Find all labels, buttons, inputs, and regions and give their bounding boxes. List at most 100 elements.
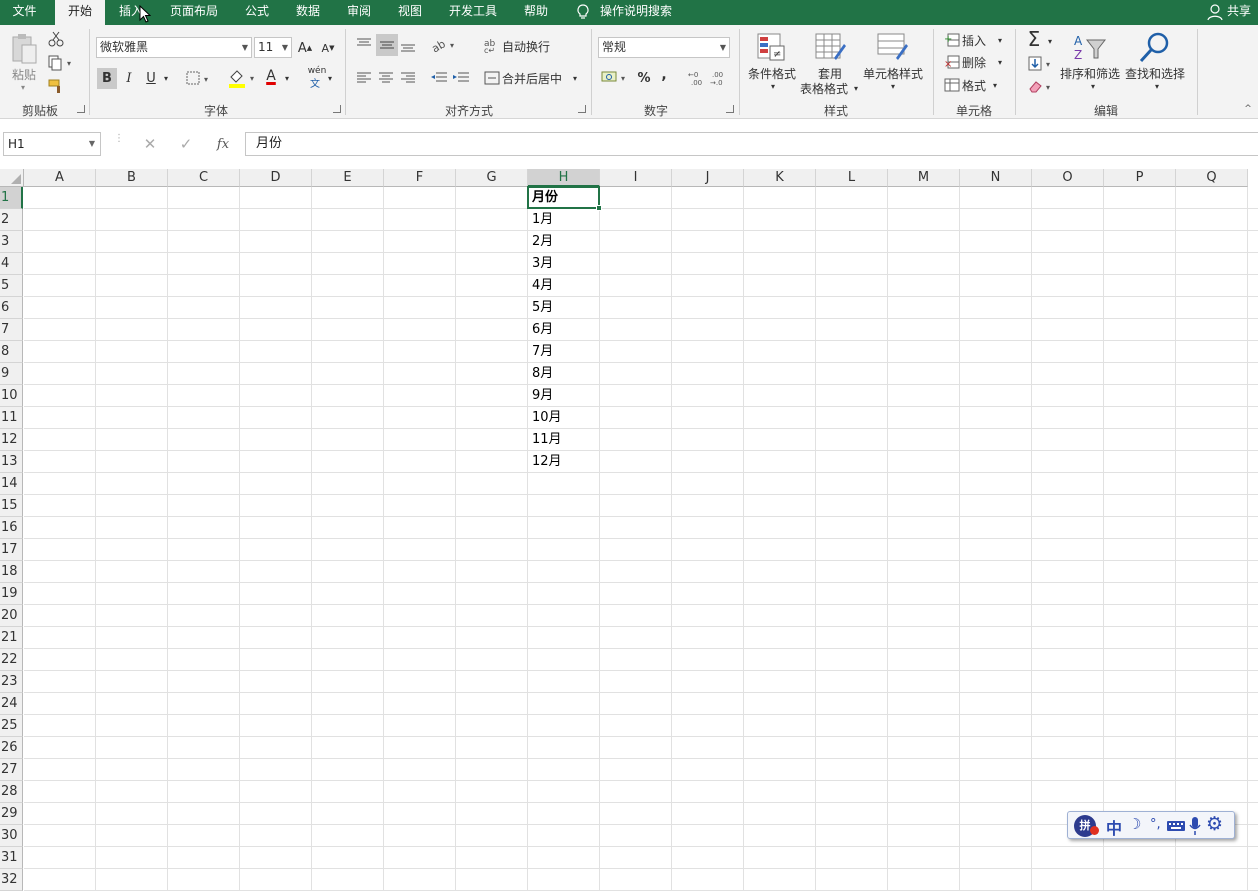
alignment-launcher-icon[interactable] bbox=[578, 105, 586, 113]
row-header-11[interactable]: 11 bbox=[0, 407, 23, 429]
row-header-9[interactable]: 9 bbox=[0, 363, 23, 385]
cell-styles-icon[interactable] bbox=[876, 32, 910, 64]
column-header-m[interactable]: M bbox=[888, 169, 960, 187]
microphone-icon[interactable] bbox=[1188, 816, 1202, 836]
punctuation-icon[interactable]: °, bbox=[1150, 817, 1161, 832]
tab-formulas[interactable]: 公式 bbox=[236, 0, 278, 25]
align-bottom-icon[interactable] bbox=[400, 39, 416, 53]
column-header-a[interactable]: A bbox=[24, 169, 96, 187]
row-header-17[interactable]: 17 bbox=[0, 539, 23, 561]
number-launcher-icon[interactable] bbox=[726, 105, 734, 113]
tab-view[interactable]: 视图 bbox=[389, 0, 431, 25]
grow-font-button[interactable]: A ▲ bbox=[297, 39, 313, 57]
column-header-q[interactable]: Q bbox=[1176, 169, 1248, 187]
font-color-dropdown-icon[interactable]: ▾ bbox=[282, 68, 292, 89]
underline-dropdown-icon[interactable]: ▾ bbox=[161, 68, 171, 89]
row-header-25[interactable]: 25 bbox=[0, 715, 23, 737]
worksheet-grid[interactable]: ABCDEFGHIJKLMNOPQ 1 2 3 4 5 6 7 8 9 10 11 12 13 14 15 1… bbox=[0, 169, 1258, 891]
row-header-30[interactable]: 30 bbox=[0, 825, 23, 847]
clipboard-launcher-icon[interactable] bbox=[77, 105, 85, 113]
merge-dropdown-icon[interactable]: ▾ bbox=[570, 70, 580, 86]
find-select-dropdown-icon[interactable]: ▾ bbox=[1152, 81, 1162, 91]
borders-icon[interactable]: ▾ bbox=[186, 71, 214, 87]
cell-h4[interactable]: 3月 bbox=[528, 253, 600, 275]
column-header-f[interactable]: F bbox=[384, 169, 456, 187]
format-as-table-icon[interactable] bbox=[814, 32, 848, 64]
insert-function-button[interactable]: fx bbox=[212, 135, 234, 153]
paste-icon[interactable] bbox=[10, 33, 40, 65]
fill-icon[interactable]: ▾ bbox=[1028, 56, 1056, 72]
cell-h5[interactable]: 4月 bbox=[528, 275, 600, 297]
merge-center-button[interactable]: 合并后居中 bbox=[502, 70, 566, 86]
row-header-6[interactable]: 6 bbox=[0, 297, 23, 319]
cell-h12[interactable]: 11月 bbox=[528, 429, 600, 451]
row-header-10[interactable]: 10 bbox=[0, 385, 23, 407]
cell-h8[interactable]: 7月 bbox=[528, 341, 600, 363]
fill-color-icon[interactable]: ▾ bbox=[228, 69, 258, 89]
row-header-29[interactable]: 29 bbox=[0, 803, 23, 825]
insert-dropdown-icon[interactable]: ▾ bbox=[995, 32, 1005, 48]
moon-icon[interactable]: ☽ bbox=[1128, 815, 1141, 833]
row-header-22[interactable]: 22 bbox=[0, 649, 23, 671]
column-header-l[interactable]: L bbox=[816, 169, 888, 187]
align-center-icon[interactable] bbox=[378, 71, 394, 85]
paste-button[interactable]: 粘贴 bbox=[8, 66, 40, 82]
delete-dropdown-icon[interactable]: ▾ bbox=[995, 54, 1005, 70]
format-as-table-dropdown-icon[interactable]: ▾ bbox=[851, 81, 861, 95]
column-header-g[interactable]: G bbox=[456, 169, 528, 187]
keyboard-icon[interactable] bbox=[1166, 820, 1186, 832]
row-header-32[interactable]: 32 bbox=[0, 869, 23, 891]
align-left-icon[interactable] bbox=[356, 71, 372, 85]
row-header-1[interactable]: 1 bbox=[0, 187, 23, 209]
number-format-dropdown[interactable]: 常规 ▼ bbox=[598, 37, 730, 58]
delete-cells-button[interactable]: 删除 bbox=[962, 54, 992, 70]
column-header-n[interactable]: N bbox=[960, 169, 1032, 187]
font-color-button[interactable]: A bbox=[262, 67, 280, 85]
ime-mode-chinese[interactable]: 中 bbox=[1106, 815, 1122, 839]
decrease-indent-icon[interactable] bbox=[430, 71, 448, 85]
tab-file[interactable]: 文件 bbox=[0, 0, 49, 25]
row-header-5[interactable]: 5 bbox=[0, 275, 23, 297]
comma-style-button[interactable]: , bbox=[658, 67, 670, 83]
sort-filter-dropdown-icon[interactable]: ▾ bbox=[1088, 81, 1098, 91]
align-middle-button[interactable] bbox=[376, 34, 398, 56]
column-header-p[interactable]: P bbox=[1104, 169, 1176, 187]
decrease-decimal-icon[interactable]: .00→.0 bbox=[710, 69, 728, 87]
cell-styles-button[interactable]: 单元格样式 bbox=[862, 65, 924, 81]
share-button[interactable]: 共享 bbox=[1225, 0, 1253, 25]
row-header-13[interactable]: 13 bbox=[0, 451, 23, 473]
cancel-icon[interactable]: ✕ bbox=[140, 135, 160, 153]
format-dropdown-icon[interactable]: ▾ bbox=[990, 77, 1000, 93]
row-header-20[interactable]: 20 bbox=[0, 605, 23, 627]
column-header-i[interactable]: I bbox=[600, 169, 672, 187]
align-top-icon[interactable] bbox=[356, 37, 372, 51]
row-header-4[interactable]: 4 bbox=[0, 253, 23, 275]
wrap-text-icon[interactable]: abc↵ bbox=[484, 37, 500, 53]
find-select-button[interactable]: 查找和选择 bbox=[1124, 65, 1186, 81]
row-header-12[interactable]: 12 bbox=[0, 429, 23, 451]
increase-indent-icon[interactable] bbox=[452, 71, 470, 85]
cell-h10[interactable]: 9月 bbox=[528, 385, 600, 407]
format-as-table-button[interactable]: 表格格式 bbox=[798, 80, 850, 96]
row-header-8[interactable]: 8 bbox=[0, 341, 23, 363]
name-box[interactable]: H1 ▼ bbox=[3, 132, 101, 156]
conditional-formatting-button[interactable]: 条件格式 bbox=[746, 65, 798, 81]
column-header-o[interactable]: O bbox=[1032, 169, 1104, 187]
row-header-24[interactable]: 24 bbox=[0, 693, 23, 715]
wrap-text-button[interactable]: 自动换行 bbox=[502, 38, 554, 54]
font-launcher-icon[interactable] bbox=[333, 105, 341, 113]
row-header-14[interactable]: 14 bbox=[0, 473, 23, 495]
tab-review[interactable]: 审阅 bbox=[338, 0, 380, 25]
autosum-button[interactable]: Σ bbox=[1025, 27, 1043, 51]
font-size-dropdown[interactable]: 11 ▼ bbox=[254, 37, 292, 58]
bold-button[interactable]: B bbox=[97, 68, 117, 89]
row-header-27[interactable]: 27 bbox=[0, 759, 23, 781]
clear-icon[interactable]: ▾ bbox=[1028, 79, 1056, 95]
column-header-e[interactable]: E bbox=[312, 169, 384, 187]
row-header-7[interactable]: 7 bbox=[0, 319, 23, 341]
tab-developer[interactable]: 开发工具 bbox=[442, 0, 504, 25]
row-header-19[interactable]: 19 bbox=[0, 583, 23, 605]
italic-button[interactable]: I bbox=[121, 68, 137, 89]
row-header-2[interactable]: 2 bbox=[0, 209, 23, 231]
sort-filter-button[interactable]: 排序和筛选 bbox=[1059, 65, 1121, 81]
